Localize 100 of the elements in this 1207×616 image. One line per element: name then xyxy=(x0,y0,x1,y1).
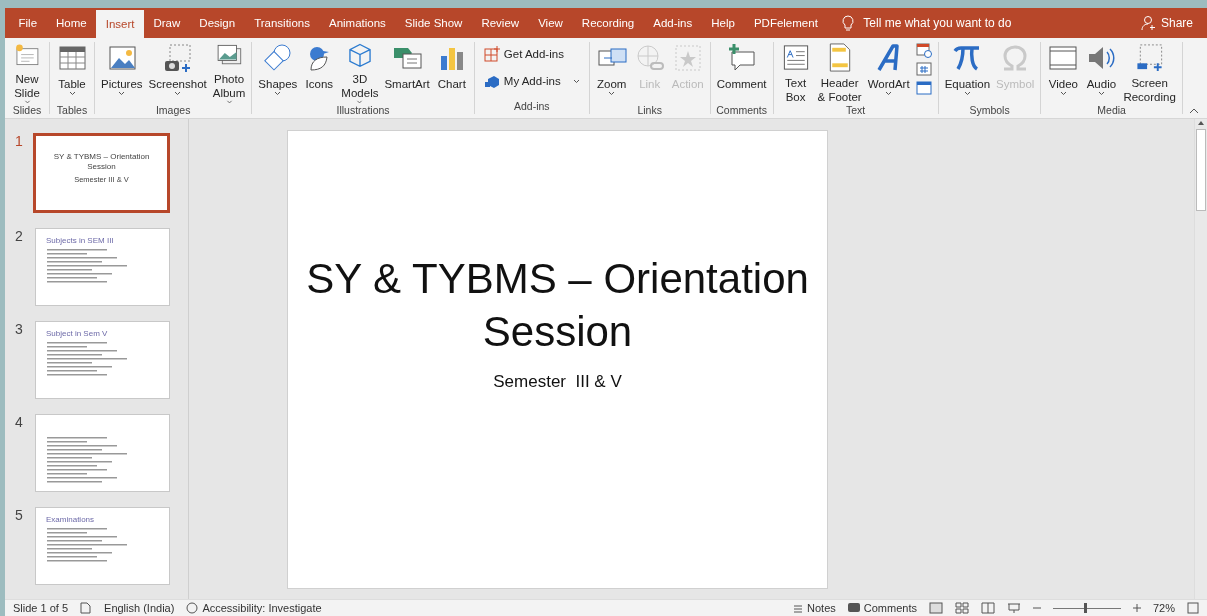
caret-icon xyxy=(174,91,182,96)
ribbon-tab[interactable]: Recording xyxy=(572,8,644,38)
ribbon-button[interactable]: Chart xyxy=(432,42,471,104)
notes-icon xyxy=(793,603,804,613)
group-label: Media xyxy=(1096,104,1127,116)
slide-thumbnail[interactable]: Subject in Sem V xyxy=(35,321,170,399)
person-add-icon xyxy=(1140,15,1157,31)
slideshow-icon xyxy=(1006,602,1021,614)
group-label: Text xyxy=(844,104,867,116)
ribbon-button[interactable]: Video xyxy=(1044,42,1083,104)
ribbon-tab[interactable]: Draw xyxy=(144,8,190,38)
caret-icon xyxy=(356,99,364,104)
ribbon-tab[interactable]: Review xyxy=(471,8,529,38)
thumbnail-title: Subjects in SEM III xyxy=(46,236,115,245)
scrollbar-thumb[interactable] xyxy=(1196,129,1206,211)
zoom-out-icon xyxy=(1032,604,1041,612)
ribbon-button[interactable]: Audio xyxy=(1082,42,1121,104)
ribbon-button[interactable]: Shapes xyxy=(255,42,301,104)
zoom-slider-thumb[interactable] xyxy=(1083,602,1087,613)
caret-icon xyxy=(118,91,126,96)
group-label: Slides xyxy=(11,104,43,116)
slide-thumbnail[interactable]: Examinations xyxy=(35,507,170,585)
caret-icon xyxy=(68,91,76,96)
slide-thumbnail[interactable]: Subjects in SEM III xyxy=(35,228,170,306)
caret-icon xyxy=(1059,91,1067,96)
ribbon-tab[interactable]: View xyxy=(528,8,573,38)
ribbon-button[interactable]: Screen Recording xyxy=(1120,42,1179,104)
ribbon-button[interactable]: Get Add-ins xyxy=(477,42,586,66)
thumbnail-title: Examinations xyxy=(46,515,96,524)
slide-number: 2 xyxy=(14,228,24,244)
group-label: Tables xyxy=(55,104,89,116)
cube-icon xyxy=(483,73,500,89)
ribbon-button[interactable]: Table xyxy=(53,42,91,104)
ribbon-button[interactable]: Screenshot xyxy=(145,42,210,104)
thumbnail-title: Subject in Sem V xyxy=(46,329,109,338)
slide-title: SY & TYBMS – Orientation Session xyxy=(305,254,810,357)
thumbnail-title: SY & TYBMS – Orientation Session xyxy=(52,152,151,172)
spellcheck-icon xyxy=(80,602,93,614)
ribbon-tab[interactable]: Animations xyxy=(319,8,396,38)
group-label: Illustrations xyxy=(335,104,391,116)
ribbon-button[interactable]: New Slide xyxy=(8,42,46,104)
caret-icon xyxy=(225,99,233,104)
ribbon-button[interactable]: Comment xyxy=(713,42,770,104)
slide-number: 3 xyxy=(14,321,24,337)
ribbon-button[interactable]: Icons xyxy=(300,42,339,104)
slide-number: 4 xyxy=(14,414,24,430)
ribbon-tab[interactable]: Help xyxy=(701,8,745,38)
slide-count: Slide 1 of 5 xyxy=(13,602,69,614)
ribbon-tab[interactable]: Slide Show xyxy=(395,8,472,38)
ribbon-button[interactable]: 3D Models xyxy=(338,42,382,104)
ribbon-tab[interactable]: Transitions xyxy=(244,8,320,38)
ribbon-button[interactable]: Photo Album xyxy=(209,42,249,104)
ribbon-button[interactable]: Text Box xyxy=(776,42,815,104)
ribbon-tab[interactable]: File xyxy=(9,8,47,38)
zoom-in-icon xyxy=(1132,604,1141,612)
caret-icon xyxy=(274,91,282,96)
slide-number: 5 xyxy=(14,507,24,523)
ribbon-tab[interactable]: Design xyxy=(189,8,245,38)
zoom-level[interactable]: 72% xyxy=(1152,602,1175,614)
ribbon-tab[interactable]: PDFelement xyxy=(744,8,828,38)
tell-me-field[interactable]: Tell me what you want to do xyxy=(863,16,1012,30)
caret-icon xyxy=(885,91,893,96)
date-time-icon xyxy=(915,42,932,58)
notes-button[interactable]: Notes xyxy=(793,602,836,614)
caret-icon xyxy=(23,99,31,104)
ribbon-button[interactable]: SmartArt xyxy=(381,42,433,104)
fit-to-window-icon xyxy=(1187,602,1199,614)
ribbon-button[interactable]: Zoom xyxy=(592,42,631,104)
group-label: Comments xyxy=(715,104,768,116)
group-label: Symbols xyxy=(968,104,1011,116)
group-label: Images xyxy=(154,104,192,116)
ribbon-button[interactable]: My Add-ins xyxy=(477,69,586,93)
group-label: Links xyxy=(636,104,663,116)
lightbulb-icon xyxy=(841,15,856,31)
accessibility-icon xyxy=(186,602,199,614)
comments-button[interactable]: Comments xyxy=(847,602,917,614)
accessibility-button[interactable]: Accessibility: Investigate xyxy=(186,602,322,614)
vertical-scrollbar[interactable] xyxy=(1194,119,1207,599)
ribbon-tab[interactable]: Home xyxy=(46,8,97,38)
slide-subtitle: Semester III & V xyxy=(493,372,622,392)
ribbon-button[interactable]: Equation xyxy=(941,42,994,104)
ribbon-button[interactable]: WordArt xyxy=(864,42,913,104)
share-button[interactable]: Share xyxy=(1160,16,1193,30)
caret-icon xyxy=(963,91,971,96)
slide-number: 1 xyxy=(14,133,24,149)
caret-icon xyxy=(1097,91,1105,96)
caret-icon xyxy=(572,78,580,84)
slide-number-icon xyxy=(915,61,932,77)
language-label[interactable]: English (India) xyxy=(104,602,175,614)
slide-thumbnail[interactable] xyxy=(35,414,170,492)
add-ins-grid-icon xyxy=(483,46,500,62)
comment-icon xyxy=(847,603,860,613)
collapse-ribbon-icon[interactable] xyxy=(1189,108,1199,114)
ribbon-button[interactable]: Header & Footer xyxy=(814,42,865,104)
ribbon-button[interactable]: Pictures xyxy=(98,42,146,104)
ribbon-tab[interactable]: Insert xyxy=(96,10,144,38)
object-icon xyxy=(915,80,932,96)
reading-view-icon xyxy=(980,602,995,614)
slide-sorter-icon xyxy=(954,602,969,614)
ribbon-tab[interactable]: Add-ins xyxy=(643,8,702,38)
